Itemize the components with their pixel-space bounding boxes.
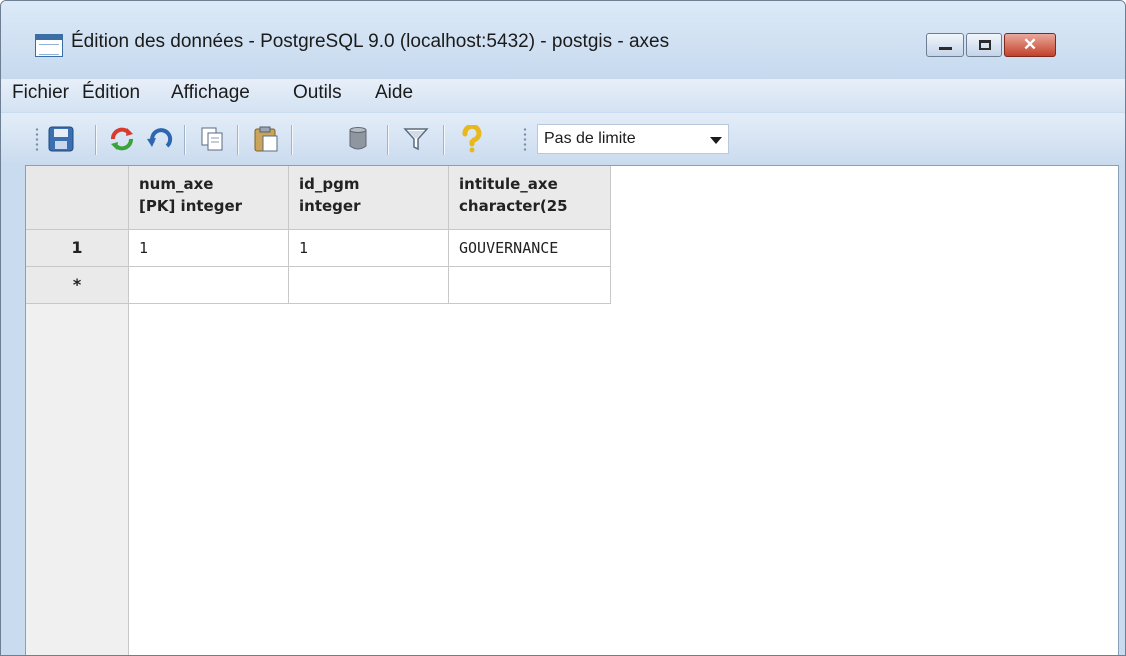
edit-data-window: Édition des données - PostgreSQL 9.0 (lo…	[0, 0, 1126, 656]
menu-edition[interactable]: Édition	[82, 82, 140, 104]
save-icon[interactable]	[46, 125, 76, 153]
new-row-cell[interactable]	[289, 267, 449, 304]
menu-outils[interactable]: Outils	[293, 82, 342, 104]
data-grid: num_axe [PK] integer id_pgm integer inti…	[25, 165, 1119, 655]
delete-icon[interactable]	[343, 125, 373, 153]
help-icon[interactable]	[457, 125, 487, 153]
table-cell[interactable]: 1	[289, 230, 449, 267]
filter-icon[interactable]	[401, 125, 431, 153]
column-header-num-axe[interactable]: num_axe [PK] integer	[129, 166, 289, 230]
copy-icon[interactable]	[197, 125, 227, 153]
minimize-icon	[939, 47, 952, 50]
title-bar[interactable]: Édition des données - PostgreSQL 9.0 (lo…	[1, 1, 1125, 79]
close-icon: ✕	[1022, 35, 1038, 54]
minimize-button[interactable]	[926, 33, 964, 57]
column-header-intitule-axe[interactable]: intitule_axe character(25	[449, 166, 611, 230]
table-cell[interactable]: GOUVERNANCE	[449, 230, 611, 267]
toolbar-grip[interactable]	[35, 127, 39, 153]
window-title: Édition des données - PostgreSQL 9.0 (lo…	[71, 31, 670, 52]
chevron-down-icon[interactable]	[710, 137, 722, 144]
column-type: character(25	[459, 197, 568, 215]
toolbar: Pas de limite	[1, 113, 1125, 163]
new-row-cell[interactable]	[129, 267, 289, 304]
menu-bar: Fichier Édition Affichage Outils Aide	[1, 79, 1125, 112]
table-cell[interactable]: 1	[129, 230, 289, 267]
paste-icon[interactable]	[251, 125, 281, 153]
toolbar-separator	[443, 125, 445, 155]
undo-icon[interactable]	[145, 125, 175, 153]
maximize-icon	[979, 40, 991, 50]
column-type: integer	[299, 197, 361, 215]
column-name: num_axe	[139, 175, 214, 193]
menu-affichage[interactable]: Affichage	[171, 82, 250, 104]
column-name: intitule_axe	[459, 175, 558, 193]
column-type: [PK] integer	[139, 197, 243, 215]
row-limit-value: Pas de limite	[544, 130, 636, 147]
toolbar-separator	[95, 125, 97, 155]
maximize-button[interactable]	[966, 33, 1002, 57]
toolbar-separator	[291, 125, 293, 155]
menu-fichier[interactable]: Fichier	[12, 82, 69, 104]
row-limit-select[interactable]: Pas de limite	[537, 124, 729, 154]
new-row-header[interactable]: *	[26, 267, 129, 304]
toolbar-grip[interactable]	[523, 127, 527, 153]
grid-corner[interactable]	[26, 166, 129, 230]
menu-aide[interactable]: Aide	[375, 82, 413, 104]
close-button[interactable]: ✕	[1004, 33, 1056, 57]
column-header-id-pgm[interactable]: id_pgm integer	[289, 166, 449, 230]
toolbar-separator	[237, 125, 239, 155]
row-header-1[interactable]: 1	[26, 230, 129, 267]
refresh-icon[interactable]	[107, 125, 137, 153]
column-name: id_pgm	[299, 175, 360, 193]
new-row-cell[interactable]	[449, 267, 611, 304]
toolbar-separator	[184, 125, 186, 155]
toolbar-separator	[387, 125, 389, 155]
table-app-icon	[35, 34, 63, 57]
